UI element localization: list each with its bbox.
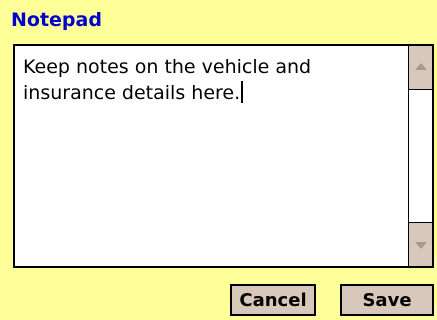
notes-textarea[interactable]: Keep notes on the vehicle and insurance … [13,44,434,268]
cancel-button[interactable]: Cancel [230,284,316,316]
notes-text[interactable]: Keep notes on the vehicle and insurance … [23,56,311,104]
notes-text-content[interactable]: Keep notes on the vehicle and insurance … [23,54,403,106]
page-title: Notepad [11,9,102,31]
save-button[interactable]: Save [340,284,434,316]
vertical-scrollbar[interactable] [408,46,432,266]
scroll-up-arrow-icon [415,63,427,70]
scroll-down-arrow-icon [415,242,427,249]
scroll-down-button[interactable] [409,222,432,266]
scroll-up-button[interactable] [409,46,432,90]
text-caret [241,81,244,103]
